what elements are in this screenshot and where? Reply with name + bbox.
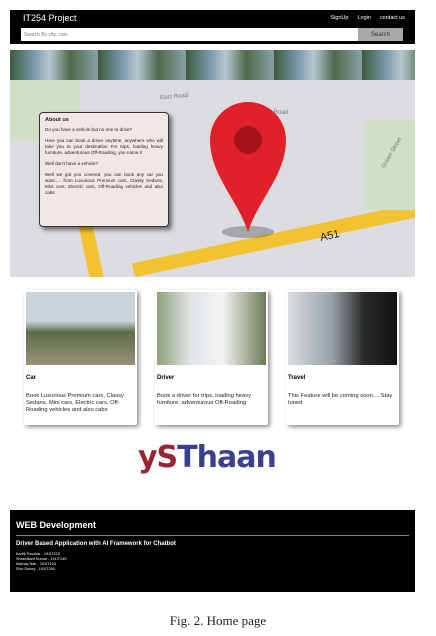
about-paragraph: Well don't have a vehicle? <box>45 161 99 166</box>
footer-heading: WEB Development <box>16 520 97 530</box>
member: Shiv Dubey - 191IT250 <box>16 567 55 571</box>
footer: WEB Development Driver Based Application… <box>10 510 415 592</box>
footer-divider <box>16 535 409 536</box>
map-park <box>365 120 415 210</box>
about-paragraph: Do you have a vehicle but no one to driv… <box>45 127 133 132</box>
card-car[interactable]: Car Book Luxurious Premium cars, Classy … <box>24 290 137 425</box>
card-text: Book a driver for trips, loading heavy f… <box>157 393 252 406</box>
nav-login[interactable]: Login <box>357 15 370 21</box>
about-paragraph: Here you can book a driver anytime, anyw… <box>45 138 163 155</box>
card-title: Car <box>26 375 37 381</box>
banner-image <box>10 50 415 80</box>
nav-contact[interactable]: contact us <box>380 15 405 21</box>
road-label: East Road <box>159 92 189 102</box>
nav-signup[interactable]: SignUp <box>330 15 348 21</box>
search-input[interactable] <box>21 28 358 41</box>
site-title[interactable]: IT254 Project <box>23 13 77 23</box>
about-paragraph: Well we got you covered, you can book an… <box>45 172 163 195</box>
card-title: Travel <box>288 375 306 381</box>
card-title: Driver <box>157 375 175 381</box>
car-image <box>26 292 135 365</box>
card-travel[interactable]: Travel This Feature will be coming soon.… <box>286 290 399 425</box>
nav-links: SignUp Login contact us <box>330 15 405 21</box>
about-heading: About us <box>45 117 69 123</box>
road-label: A51 <box>318 228 341 244</box>
brand-logo: ySThaan <box>138 440 277 475</box>
card-driver[interactable]: Driver Book a driver for trips, loading … <box>155 290 268 425</box>
about-us-panel: About us Do you have a vehicle but no on… <box>39 112 169 227</box>
driver-image <box>157 292 266 365</box>
footer-subheading: Driver Based Application with AI Framewo… <box>16 541 176 547</box>
header: IT254 Project SignUp Login contact us Se… <box>10 10 415 44</box>
card-text: This Feature will be coming soon.... Sta… <box>288 393 393 406</box>
map-pin-icon <box>210 102 286 238</box>
travel-image <box>288 292 397 365</box>
figure-caption: Fig. 2. Home page <box>169 613 267 628</box>
search-button[interactable]: Search <box>358 28 403 41</box>
card-text: Book Luxurious Premium cars, Classy Seda… <box>26 393 124 413</box>
